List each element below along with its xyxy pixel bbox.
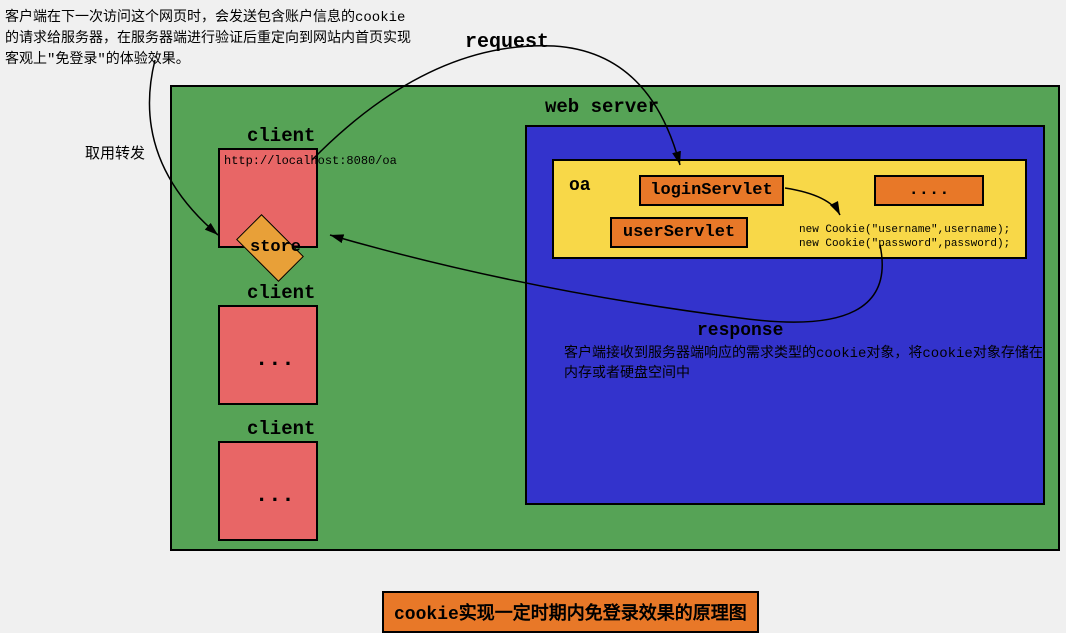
caption-box: cookie实现一定时期内免登录效果的原理图: [382, 591, 759, 633]
cookie-code-line1: new Cookie("username",username);: [799, 223, 1010, 237]
client1-label: client: [247, 125, 315, 147]
client3-dots: ...: [255, 483, 295, 508]
client2-dots: ...: [255, 347, 295, 372]
cookie-code: new Cookie("username",username); new Coo…: [799, 223, 1010, 252]
response-label: response: [697, 321, 783, 341]
client-url: http://localhost:8080/oa: [224, 154, 397, 170]
cookie-code-line2: new Cookie("password",password);: [799, 237, 1010, 251]
request-label: request: [465, 31, 549, 54]
response-description: 客户端接收到服务器端响应的需求类型的cookie对象，将cookie对象存储在内…: [564, 345, 1043, 384]
loginservlet-box: loginServlet: [639, 175, 784, 206]
client2-label: client: [247, 282, 315, 304]
forward-label: 取用转发: [85, 142, 145, 163]
client3-label: client: [247, 418, 315, 440]
oa-label: oa: [569, 176, 591, 196]
webserver-label: web server: [545, 96, 659, 118]
userservlet-box: userServlet: [610, 217, 748, 248]
oa-box: oa loginServlet userServlet .... new Coo…: [552, 159, 1027, 259]
client3-box: ...: [218, 441, 318, 541]
dots-servlet-box: ....: [874, 175, 984, 206]
store-label: store: [250, 238, 301, 257]
top-description: 客户端在下一次访问这个网页时，会发送包含账户信息的cookie的请求给服务器，在…: [5, 8, 413, 71]
client1-box: http://localhost:8080/oa store: [218, 148, 318, 248]
webserver-box: oa loginServlet userServlet .... new Coo…: [525, 125, 1045, 505]
client2-box: ...: [218, 305, 318, 405]
